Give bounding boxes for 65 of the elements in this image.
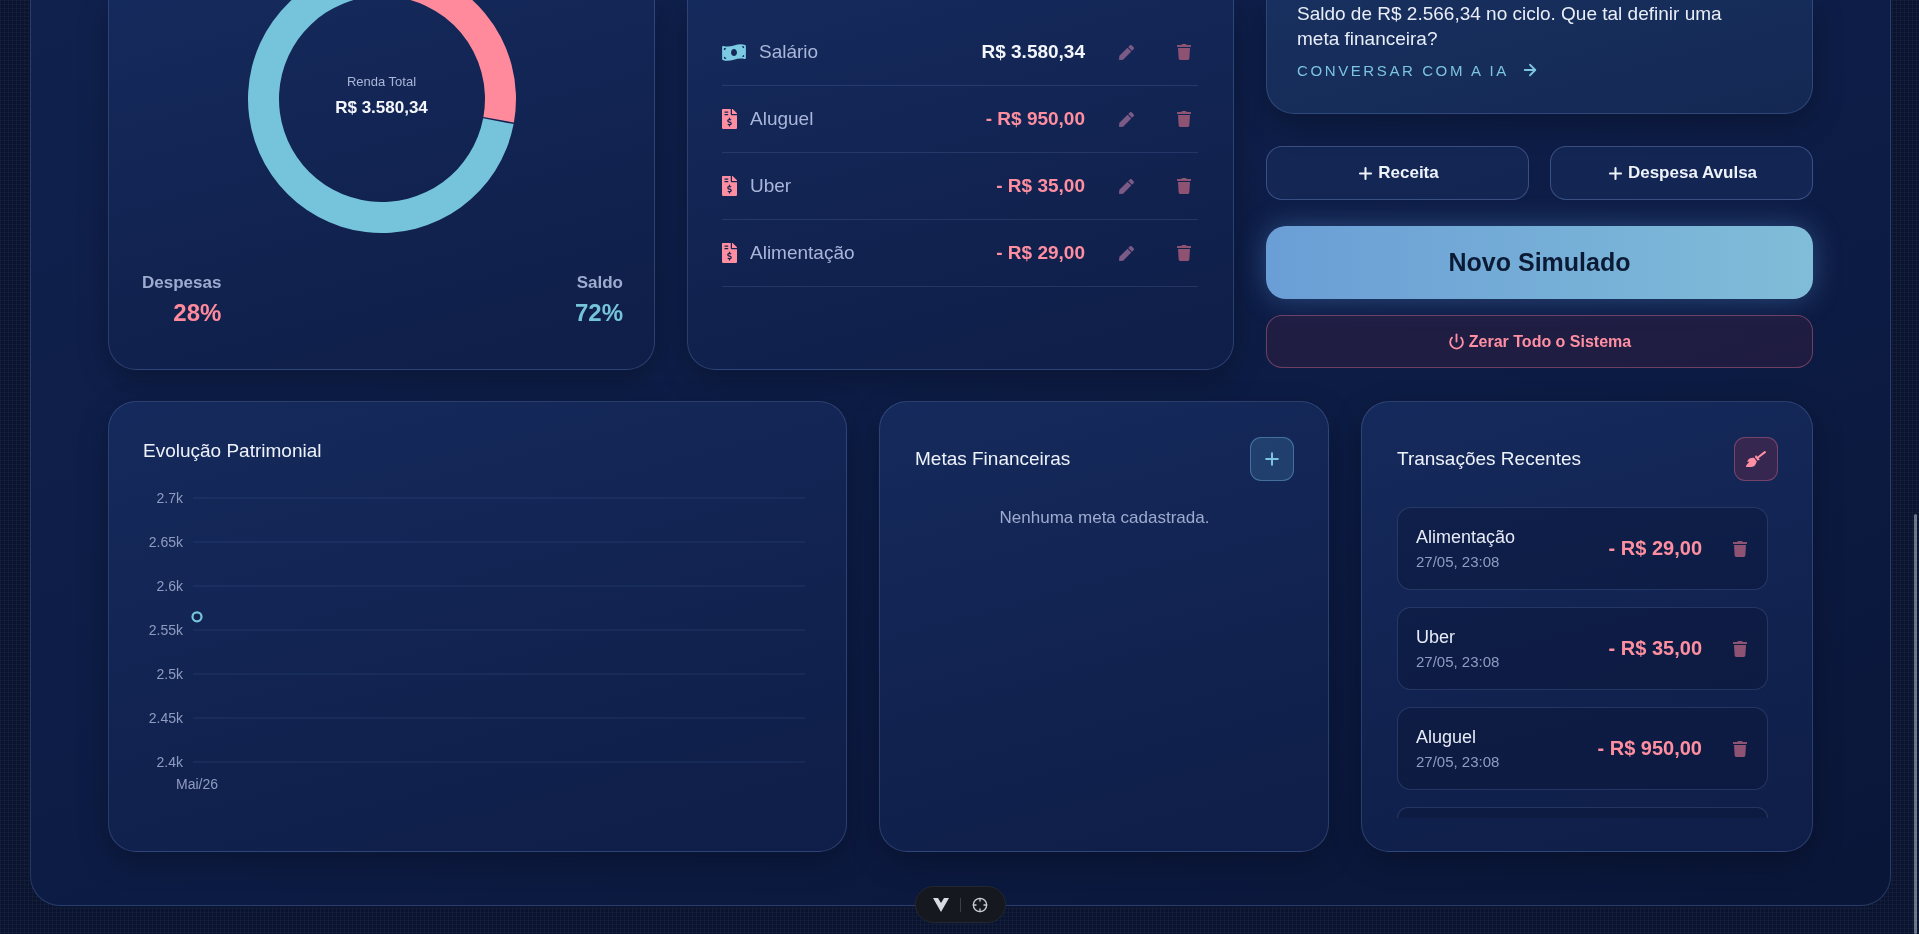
add-goal-button[interactable]	[1250, 437, 1294, 481]
trash-icon	[1177, 111, 1191, 127]
entry-amount: R$ 3.580,34	[981, 41, 1085, 63]
entry-amount: - R$ 950,00	[985, 108, 1085, 130]
data-point	[191, 611, 203, 623]
axis-label: 2.65k	[148, 534, 183, 550]
invoice-icon	[722, 109, 737, 129]
axis-label: Mai/26	[176, 776, 218, 792]
transaction-time: 27/05, 23:08	[1416, 653, 1501, 670]
scrollbar-thumb[interactable]	[1914, 514, 1917, 934]
transaction-amount: - R$ 29,00	[1608, 537, 1702, 560]
trash-icon	[1733, 640, 1747, 657]
invoice-icon	[722, 176, 737, 196]
transaction-name: Aluguel	[1416, 727, 1478, 748]
add-button[interactable]: Despesa Avulsa	[1550, 146, 1813, 200]
entry-amount: - R$ 29,00	[996, 242, 1085, 264]
trash-icon	[1733, 540, 1747, 557]
assistant-message: Saldo de R$ 2.566,34 no ciclo. Que tal definir uma meta financeira?	[1297, 2, 1723, 51]
stat-value: 28%	[173, 298, 222, 328]
entry-name: Aluguel	[750, 108, 815, 130]
pencil-icon	[1118, 44, 1134, 60]
transaction-amount: - R$ 950,00	[1597, 737, 1702, 760]
broom-icon	[1746, 451, 1766, 467]
trash-icon	[1733, 740, 1747, 757]
trash-icon	[1177, 245, 1191, 261]
donut-center-label: Renda Total	[346, 74, 417, 89]
card-title: Metas Financeiras	[915, 447, 1071, 471]
pencil-icon	[1118, 245, 1134, 261]
entry-name: Alimentação	[750, 242, 856, 264]
transaction-name: Alimentação	[1416, 527, 1517, 548]
pencil-icon	[1118, 111, 1134, 127]
trash-icon	[1177, 44, 1191, 60]
chat-link[interactable]: CONVERSAR COM A IA	[1297, 61, 1539, 79]
logo-icon[interactable]	[933, 897, 949, 912]
donut-center-value: R$ 3.580,34	[335, 98, 428, 118]
reset-button[interactable]: Zerar Todo o Sistema	[1266, 315, 1813, 368]
axis-label: 2.6k	[156, 578, 183, 594]
transaction-name: Uber	[1416, 627, 1456, 648]
entry-name: Uber	[750, 175, 793, 197]
axis-label: 2.7k	[156, 490, 183, 506]
banknote-icon	[722, 42, 746, 62]
entry-name: Salário	[759, 41, 820, 63]
stat-label: Saldo	[576, 272, 623, 294]
axis-label: 2.5k	[156, 666, 183, 682]
card-title: Transações Recentes	[1397, 447, 1582, 471]
invoice-icon	[722, 243, 737, 263]
transaction-time: 27/05, 23:08	[1416, 753, 1501, 770]
axis-label: 2.45k	[148, 710, 183, 726]
axis-label: 2.55k	[148, 622, 183, 638]
plus-icon	[1262, 449, 1282, 469]
pencil-icon	[1118, 178, 1134, 194]
axis-label: 2.4k	[156, 754, 183, 770]
empty-message: Nenhuma meta cadastrada.	[998, 508, 1211, 528]
card-title: Evolução Patrimonial	[143, 439, 323, 463]
entry-amount: - R$ 35,00	[996, 175, 1085, 197]
clear-button[interactable]	[1734, 437, 1778, 481]
transaction-time: 27/05, 23:08	[1416, 553, 1501, 570]
power-icon	[1447, 333, 1465, 350]
stat-label: Despesas	[142, 272, 222, 294]
add-button[interactable]: Receita	[1266, 146, 1529, 200]
trash-icon	[1177, 178, 1191, 194]
primary-button[interactable]: Novo Simulado	[1266, 226, 1813, 299]
transaction-amount: - R$ 35,00	[1608, 637, 1702, 660]
stat-value: 72%	[574, 298, 623, 328]
crosshair-icon[interactable]	[972, 896, 988, 913]
